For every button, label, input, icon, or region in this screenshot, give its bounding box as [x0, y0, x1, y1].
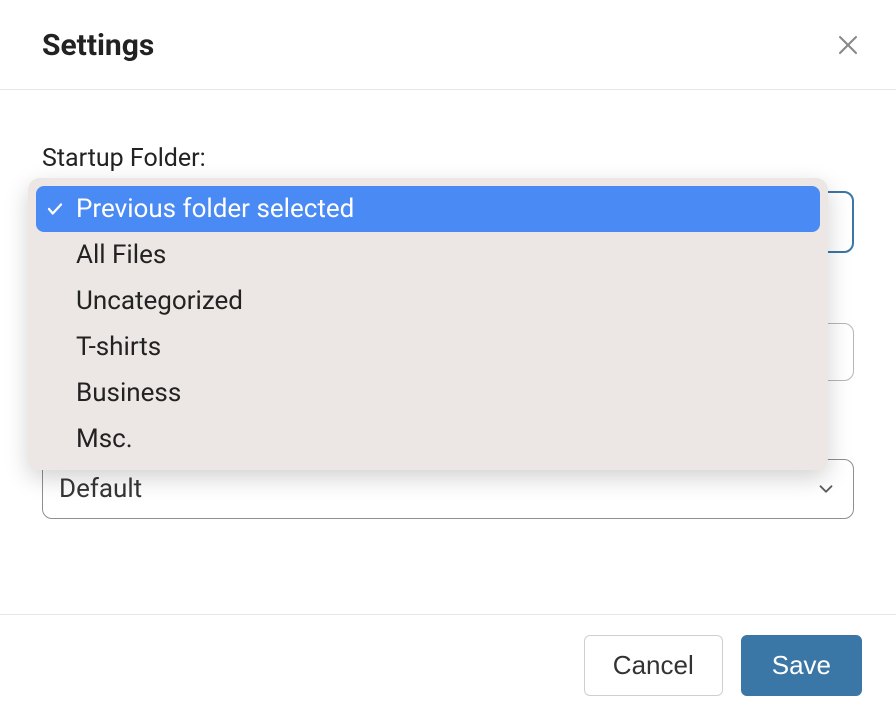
dropdown-option-label: Uncategorized [76, 286, 243, 316]
page-title: Settings [42, 28, 154, 63]
cancel-button[interactable]: Cancel [584, 635, 723, 696]
dropdown-option-label: T-shirts [76, 332, 161, 362]
close-icon[interactable] [836, 30, 860, 62]
dropdown-option-label: Previous folder selected [76, 194, 354, 224]
dropdown-option[interactable]: All Files [36, 232, 820, 278]
dropdown-option-label: Business [76, 378, 181, 408]
save-button[interactable]: Save [741, 635, 862, 696]
modal-header: Settings [0, 0, 896, 90]
dropdown-option[interactable]: Msc. [36, 416, 820, 462]
dropdown-option[interactable]: Previous folder selected [36, 186, 820, 232]
startup-folder-label: Startup Folder: [42, 144, 854, 173]
dropdown-option[interactable]: Uncategorized [36, 278, 820, 324]
startup-folder-dropdown: Previous folder selected All Files Uncateg… [28, 178, 828, 470]
dropdown-option-label: All Files [76, 240, 166, 270]
dropdown-option-label: Msc. [76, 424, 133, 454]
modal-footer: Cancel Save [0, 614, 896, 714]
modal-body: Startup Folder: Default Previous folder … [0, 90, 896, 519]
dropdown-option[interactable]: T-shirts [36, 324, 820, 370]
secondary-select-value: Default [59, 474, 142, 504]
chevron-down-icon [815, 478, 837, 500]
check-icon [44, 200, 66, 218]
dropdown-option[interactable]: Business [36, 370, 820, 416]
